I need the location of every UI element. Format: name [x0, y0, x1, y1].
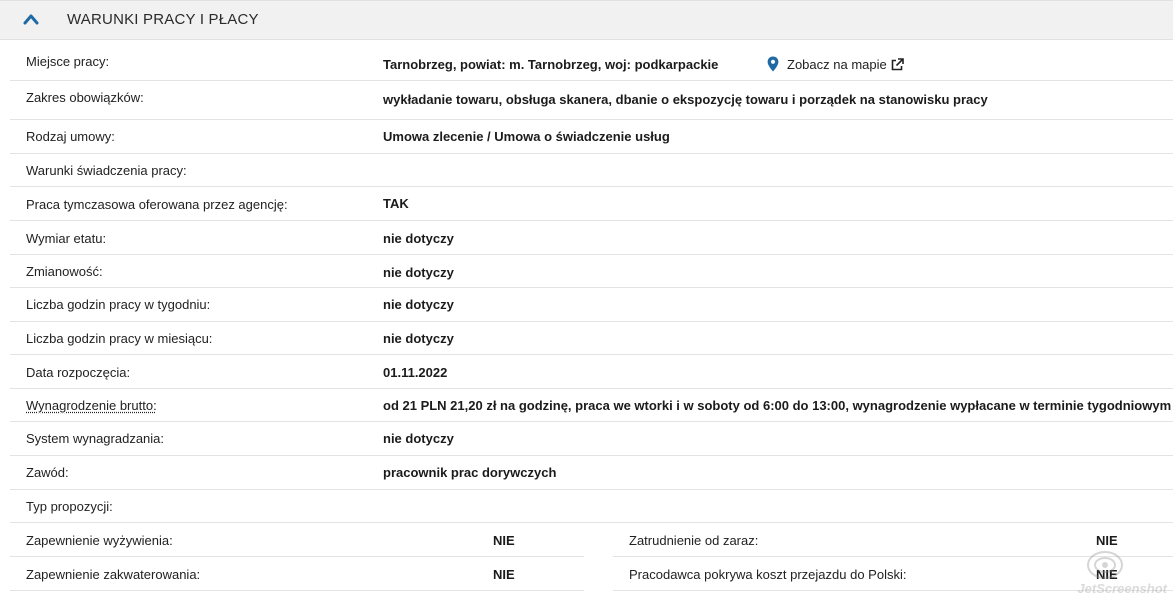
row-duties: Zakres obowiązków: wykładanie towaru, ob…	[10, 81, 1173, 120]
label-immediate: Zatrudnienie od zaraz:	[629, 533, 759, 548]
label-duties: Zakres obowiązków:	[26, 90, 144, 105]
row-temp-agency: Praca tymczasowa oferowana przez agencję…	[10, 187, 1173, 221]
row-start-date: Data rozpoczęcia: 01.11.2022	[10, 355, 1173, 389]
row-hours-month: Liczba godzin pracy w miesiącu: nie doty…	[10, 322, 1173, 355]
value-hours-week: nie dotyczy	[383, 297, 454, 312]
label-pay-system: System wynagradzania:	[26, 431, 165, 446]
row-shifts: Zmianowość: nie dotyczy	[10, 255, 1173, 288]
label-start-date: Data rozpoczęcia:	[26, 365, 131, 380]
value-housing: NIE	[493, 567, 515, 582]
row-contract: Rodzaj umowy: Umowa zlecenie / Umowa o ś…	[10, 120, 1173, 154]
value-immediate: NIE	[1096, 533, 1118, 548]
row-fulltime: Wymiar etatu: nie dotyczy	[10, 221, 1173, 255]
row-location: Miejsce pracy: Tarnobrzeg, powiat: m. Ta…	[10, 40, 1173, 81]
value-location: Tarnobrzeg, powiat: m. Tarnobrzeg, woj: …	[383, 57, 719, 72]
value-pay-system: nie dotyczy	[383, 431, 454, 446]
external-link-icon	[891, 57, 904, 70]
value-shifts: nie dotyczy	[383, 265, 454, 280]
label-fulltime: Wymiar etatu:	[26, 231, 107, 246]
label-contract: Rodzaj umowy:	[26, 129, 115, 144]
label-travel: Pracodawca pokrywa koszt przejazdu do Po…	[629, 567, 907, 582]
row-food: Zapewnienie wyżywienia: NIE	[10, 523, 584, 557]
label-proposal-type: Typ propozycji:	[26, 499, 113, 514]
value-duties: wykładanie towaru, obsługa skanera, dban…	[383, 92, 988, 107]
row-proposal-type: Typ propozycji:	[10, 490, 1173, 523]
value-hours-month: nie dotyczy	[383, 331, 454, 346]
watermark: JetScreenshot	[1057, 548, 1169, 600]
label-shifts: Zmianowość:	[26, 264, 103, 279]
label-hours-month: Liczba godzin pracy w miesiącu:	[26, 331, 213, 346]
value-salary: od 21 PLN 21,20 zł na godzinę, praca we …	[383, 398, 1172, 413]
value-contract: Umowa zlecenie / Umowa o świadczenie usł…	[383, 129, 670, 144]
row-pay-system: System wynagradzania: nie dotyczy	[10, 422, 1173, 456]
row-hours-week: Liczba godzin pracy w tygodniu: nie doty…	[10, 288, 1173, 322]
label-temp-agency: Praca tymczasowa oferowana przez agencję…	[26, 197, 288, 212]
show-on-map-label: Zobacz na mapie	[787, 56, 887, 72]
value-occupation: pracownik prac dorywczych	[383, 465, 557, 480]
watermark-logo-icon	[1087, 551, 1123, 579]
value-temp-agency: TAK	[383, 196, 409, 211]
value-start-date: 01.11.2022	[383, 365, 448, 380]
section-title: WARUNKI PRACY I PŁACY	[67, 11, 259, 28]
label-conditions: Warunki świadczenia pracy:	[26, 163, 187, 178]
row-conditions: Warunki świadczenia pracy:	[10, 154, 1173, 187]
map-pin-icon	[767, 56, 779, 72]
chevron-up-icon[interactable]	[22, 12, 40, 26]
label-food: Zapewnienie wyżywienia:	[26, 533, 173, 548]
label-salary[interactable]: Wynagrodzenie brutto:	[26, 398, 157, 413]
row-occupation: Zawód: pracownik prac dorywczych	[10, 456, 1173, 490]
show-on-map-link[interactable]: Zobacz na mapie	[767, 55, 904, 73]
section-header[interactable]: WARUNKI PRACY I PŁACY	[0, 0, 1173, 40]
value-fulltime: nie dotyczy	[383, 231, 454, 246]
label-hours-week: Liczba godzin pracy w tygodniu:	[26, 297, 211, 312]
label-housing: Zapewnienie zakwaterowania:	[26, 567, 201, 582]
row-salary: Wynagrodzenie brutto: od 21 PLN 21,20 zł…	[10, 389, 1173, 422]
watermark-text: JetScreenshot	[1077, 581, 1167, 596]
value-food: NIE	[493, 533, 515, 548]
row-housing: Zapewnienie zakwaterowania: NIE	[10, 557, 584, 591]
label-occupation: Zawód:	[26, 465, 69, 480]
label-location: Miejsce pracy:	[26, 54, 110, 69]
